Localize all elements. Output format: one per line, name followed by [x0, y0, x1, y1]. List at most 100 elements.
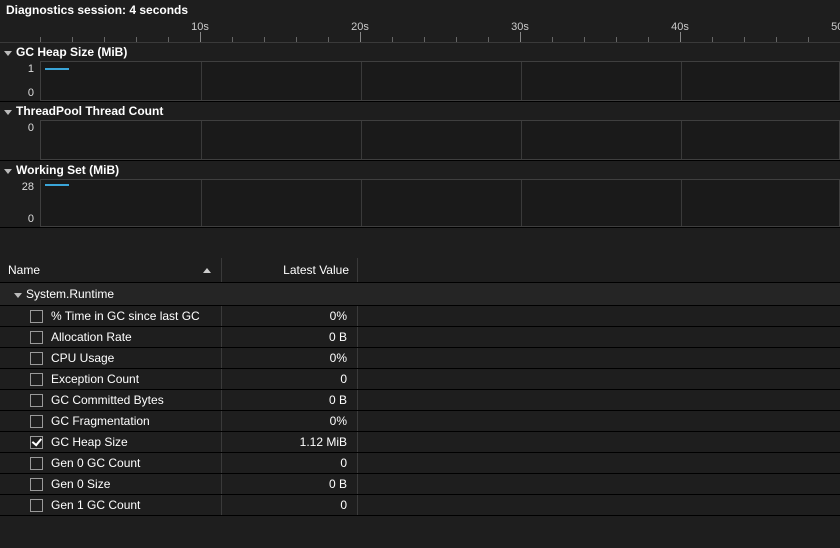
y-axis-top: 28 [22, 181, 34, 193]
column-header-name[interactable]: Name [0, 258, 222, 282]
chart-gridline [361, 121, 362, 159]
counter-checkbox[interactable] [30, 499, 43, 512]
chart-y-axis: 10 [0, 61, 40, 101]
counter-name-cell: % Time in GC since last GC [0, 306, 222, 326]
table-row[interactable]: % Time in GC since last GC0% [0, 306, 840, 327]
counter-checkbox[interactable] [30, 310, 43, 323]
ruler-tick-minor [776, 37, 777, 42]
ruler-tick-minor [392, 37, 393, 42]
caret-down-icon [4, 51, 12, 56]
counter-rows: % Time in GC since last GC0%Allocation R… [0, 306, 840, 516]
table-row[interactable]: GC Fragmentation 0% [0, 411, 840, 432]
y-axis-top: 1 [28, 63, 34, 75]
counter-name-cell: Gen 0 Size [0, 474, 222, 494]
counter-name-cell: Gen 0 GC Count [0, 453, 222, 473]
chart-gridline [521, 180, 522, 226]
table-row[interactable]: GC Heap Size 1.12 MiB [0, 432, 840, 453]
ruler-tick-minor [552, 37, 553, 42]
counter-name-cell: GC Heap Size [0, 432, 222, 452]
ruler-tick-minor [456, 37, 457, 42]
ruler-tick-minor [328, 37, 329, 42]
counter-value: 1.12 MiB [222, 432, 358, 452]
chart-data-line [45, 184, 69, 186]
columns-header: Name Latest Value [0, 258, 840, 283]
counter-checkbox[interactable] [30, 394, 43, 407]
chart-gridline [521, 121, 522, 159]
counter-checkbox[interactable] [30, 415, 43, 428]
table-row[interactable]: GC Committed Bytes 0 B [0, 390, 840, 411]
counter-name: GC Fragmentation [51, 414, 150, 428]
ruler-tick-minor [648, 37, 649, 42]
counter-name: Gen 0 GC Count [51, 456, 140, 470]
group-row-system-runtime[interactable]: System.Runtime [0, 283, 840, 306]
chart-gridline [201, 180, 202, 226]
charts-area: GC Heap Size (MiB)10ThreadPool Thread Co… [0, 43, 840, 228]
chart-gridline [681, 62, 682, 100]
chart-gridline [361, 62, 362, 100]
chart-plot[interactable] [40, 179, 840, 227]
ruler-label: 50s [831, 21, 840, 33]
chart-y-axis: 0 [0, 120, 40, 160]
counter-name: GC Heap Size [51, 435, 128, 449]
ruler-tick-minor [72, 37, 73, 42]
ruler-tick-minor [584, 37, 585, 42]
timeline-ruler[interactable]: 10s20s30s40s50s [0, 19, 840, 43]
counter-checkbox[interactable] [30, 373, 43, 386]
chart-title: Working Set (MiB) [16, 163, 119, 177]
table-row[interactable]: Gen 1 GC Count0 [0, 495, 840, 516]
chart-header[interactable]: Working Set (MiB) [0, 161, 840, 179]
table-row[interactable]: Allocation Rate0 B [0, 327, 840, 348]
chart-body: 0 [0, 120, 840, 160]
group-label: System.Runtime [26, 287, 114, 301]
table-row[interactable]: Gen 0 GC Count0 [0, 453, 840, 474]
ruler-tick-major [680, 32, 681, 42]
counter-name: Allocation Rate [51, 330, 132, 344]
caret-down-icon [4, 169, 12, 174]
chart-block: ThreadPool Thread Count 0 [0, 102, 840, 161]
counter-value: 0 [222, 495, 358, 515]
chart-block: GC Heap Size (MiB)10 [0, 43, 840, 102]
chart-body: 10 [0, 61, 840, 101]
counter-value: 0 [222, 369, 358, 389]
ruler-tick-minor [488, 37, 489, 42]
chart-data-line [45, 68, 69, 70]
counter-checkbox[interactable] [30, 352, 43, 365]
chart-header[interactable]: GC Heap Size (MiB) [0, 43, 840, 61]
ruler-tick-minor [424, 37, 425, 42]
counter-name: Gen 0 Size [51, 477, 110, 491]
counter-checkbox[interactable] [30, 331, 43, 344]
counter-name: Exception Count [51, 372, 139, 386]
chart-gridline [521, 62, 522, 100]
chart-gridline [201, 121, 202, 159]
counter-value: 0% [222, 411, 358, 431]
counter-checkbox[interactable] [30, 436, 43, 449]
ruler-tick-minor [168, 37, 169, 42]
ruler-tick-minor [616, 37, 617, 42]
table-gap [0, 228, 840, 258]
table-row[interactable]: Exception Count 0 [0, 369, 840, 390]
counter-checkbox[interactable] [30, 478, 43, 491]
chart-title: ThreadPool Thread Count [16, 104, 163, 118]
chart-plot[interactable] [40, 61, 840, 101]
ruler-tick-minor [232, 37, 233, 42]
chart-block: Working Set (MiB)280 [0, 161, 840, 228]
table-row[interactable]: CPU Usage0% [0, 348, 840, 369]
chart-plot[interactable] [40, 120, 840, 160]
table-row[interactable]: Gen 0 Size 0 B [0, 474, 840, 495]
counter-value: 0% [222, 348, 358, 368]
counter-name: GC Committed Bytes [51, 393, 164, 407]
ruler-tick-minor [40, 37, 41, 42]
chart-header[interactable]: ThreadPool Thread Count [0, 102, 840, 120]
counter-checkbox[interactable] [30, 457, 43, 470]
ruler-tick-major [200, 32, 201, 42]
counter-value: 0 B [222, 474, 358, 494]
column-header-latest[interactable]: Latest Value [222, 258, 358, 282]
counter-name-cell: GC Committed Bytes [0, 390, 222, 410]
caret-down-icon [14, 293, 22, 298]
ruler-tick-minor [136, 37, 137, 42]
column-header-name-label: Name [8, 263, 40, 277]
counter-value: 0 B [222, 390, 358, 410]
ruler-tick-major [520, 32, 521, 42]
caret-down-icon [4, 110, 12, 115]
ruler-tick-minor [744, 37, 745, 42]
